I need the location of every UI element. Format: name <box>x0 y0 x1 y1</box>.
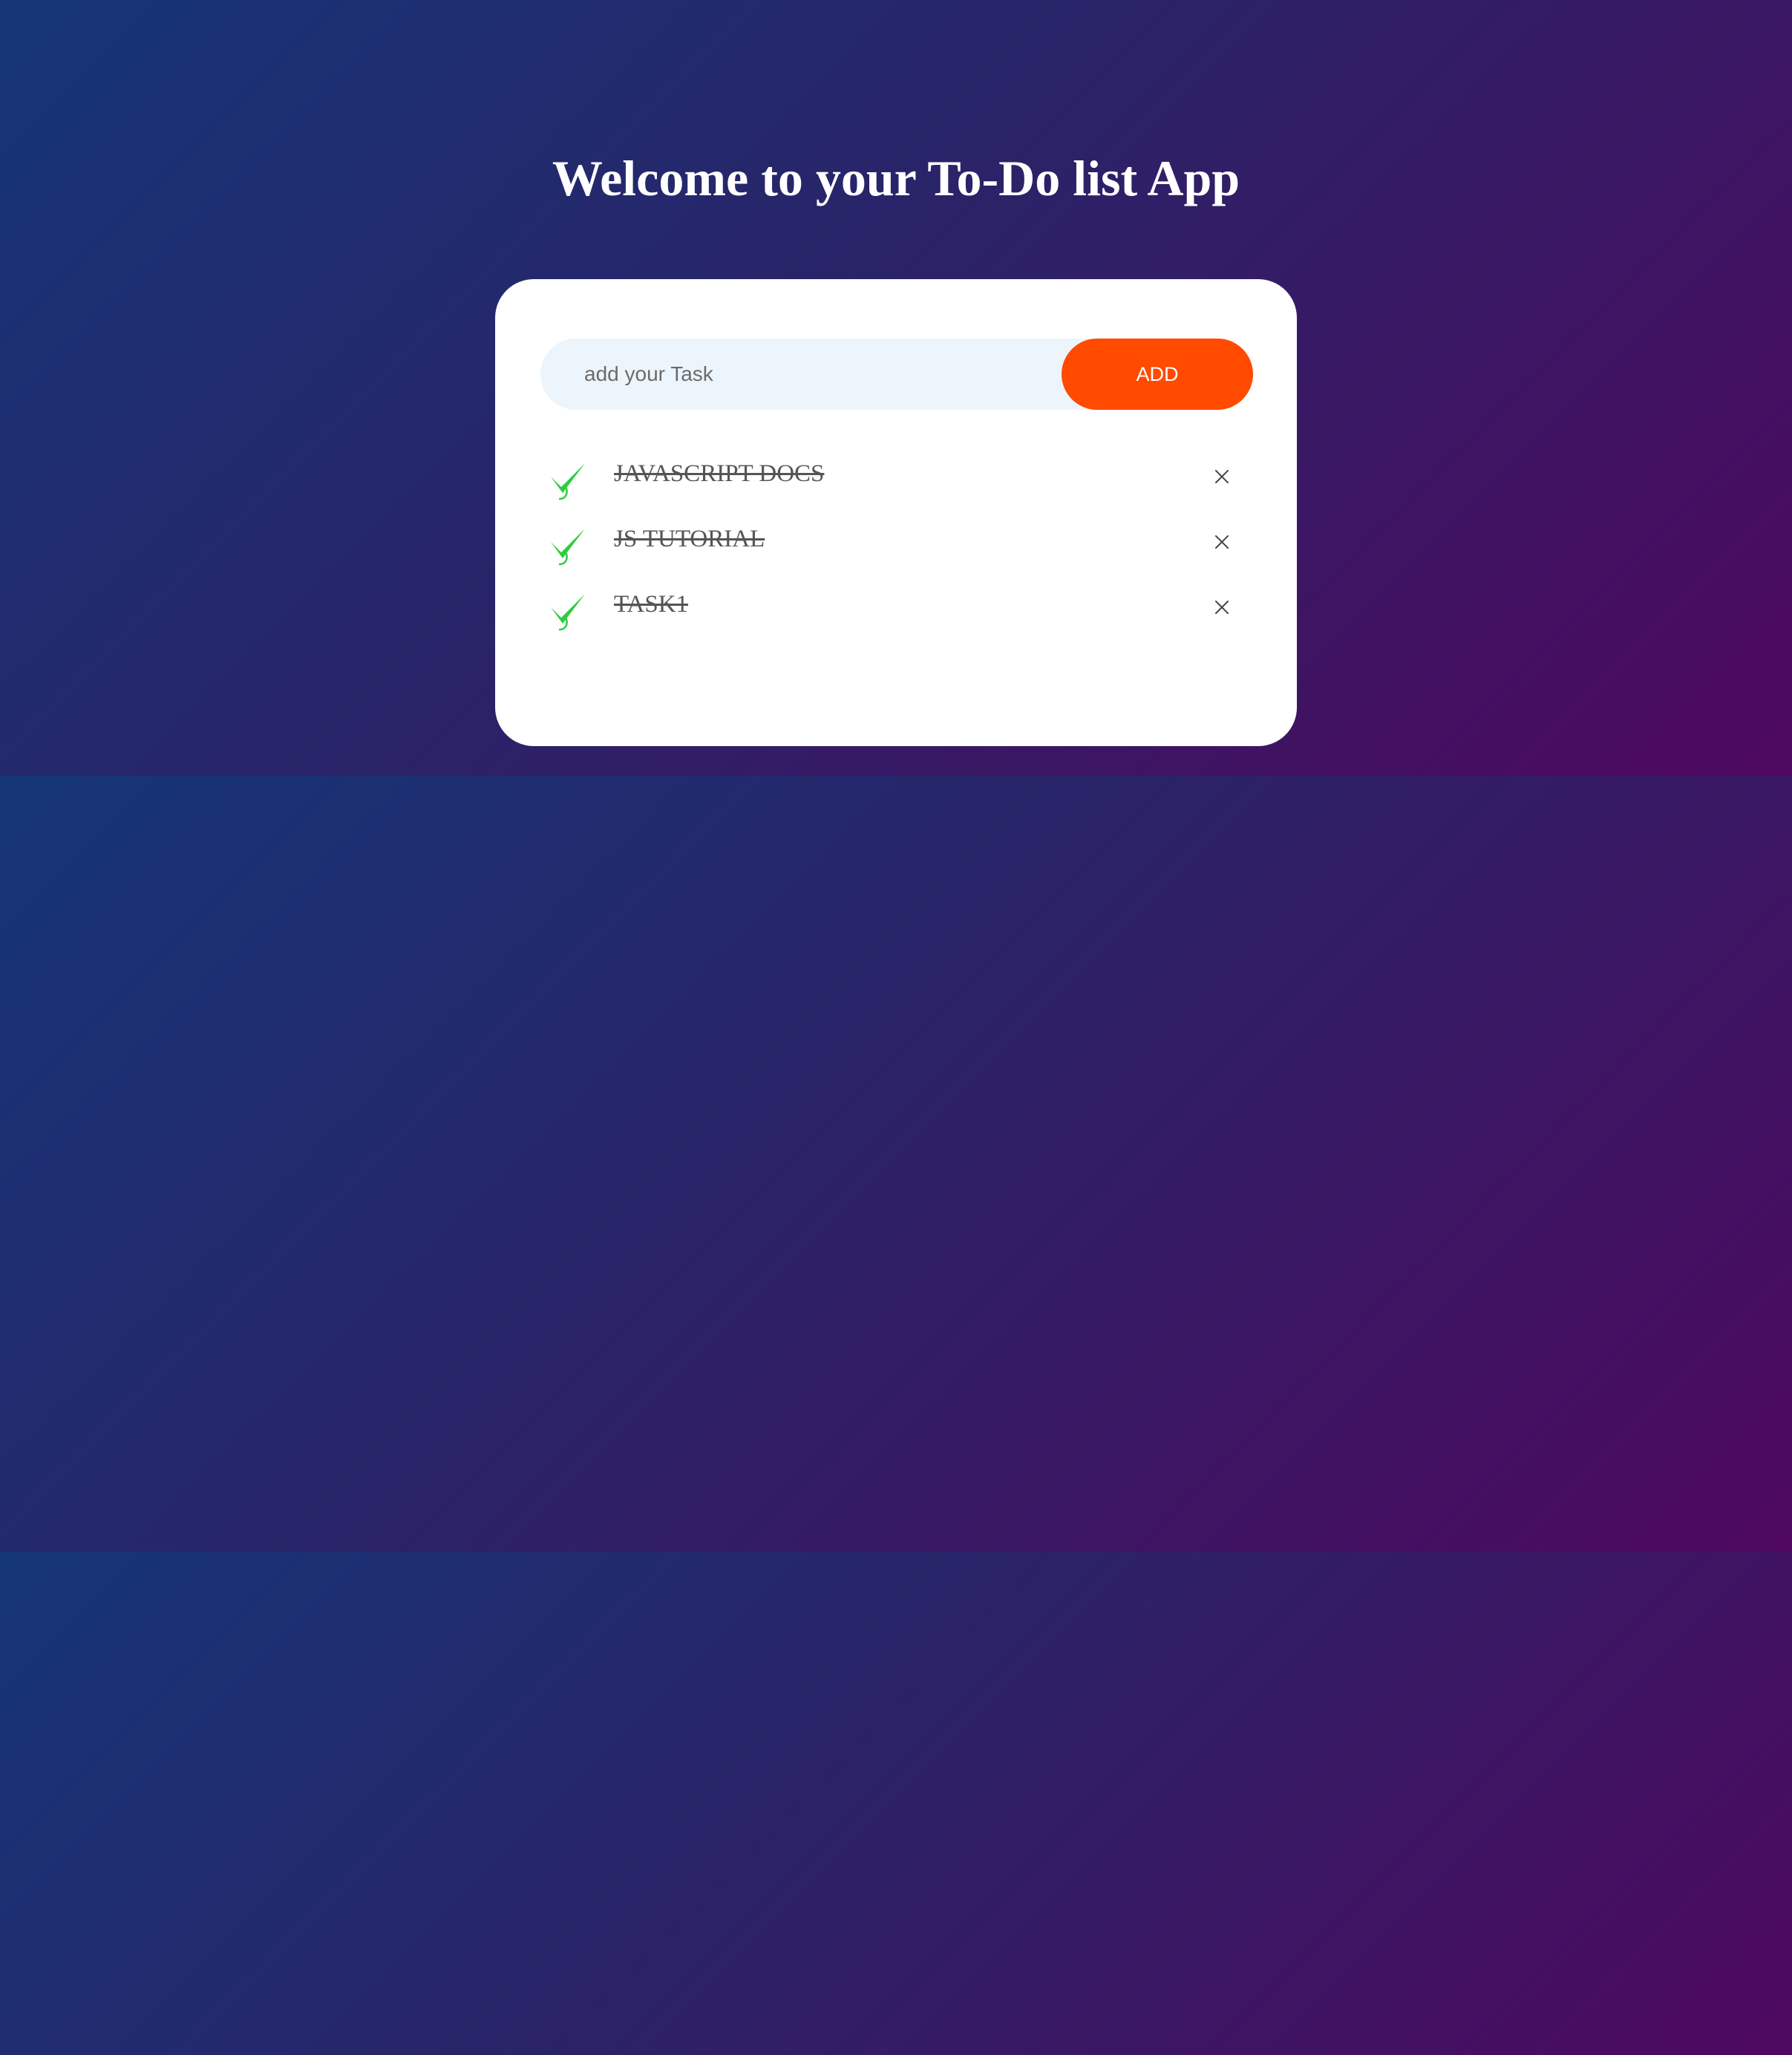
check-icon[interactable] <box>549 591 588 633</box>
task-list: JAVASCRIPT DOCS JS TUTORIAL TASK1 <box>495 457 1297 653</box>
close-icon[interactable] <box>1211 465 1233 488</box>
task-input[interactable] <box>540 339 1060 410</box>
check-icon[interactable] <box>549 460 588 502</box>
background-band <box>0 776 1792 1552</box>
task-label: JS TUTORIAL <box>614 526 765 552</box>
check-icon[interactable] <box>549 526 588 567</box>
close-icon[interactable] <box>1211 596 1233 618</box>
task-input-row: ADD <box>540 339 1253 410</box>
background-band <box>0 1552 1792 2055</box>
close-icon[interactable] <box>1211 531 1233 553</box>
page-title: Welcome to your To-Do list App <box>552 150 1240 206</box>
task-label: TASK1 <box>614 591 689 618</box>
todo-card: ADD JAVASCRIPT DOCS JS TUTORIAL <box>495 279 1297 746</box>
add-button[interactable]: ADD <box>1062 339 1253 410</box>
task-label: JAVASCRIPT DOCS <box>614 460 825 487</box>
task-item[interactable]: TASK1 <box>495 588 1297 653</box>
task-item[interactable]: JAVASCRIPT DOCS <box>495 457 1297 523</box>
task-item[interactable]: JS TUTORIAL <box>495 523 1297 588</box>
